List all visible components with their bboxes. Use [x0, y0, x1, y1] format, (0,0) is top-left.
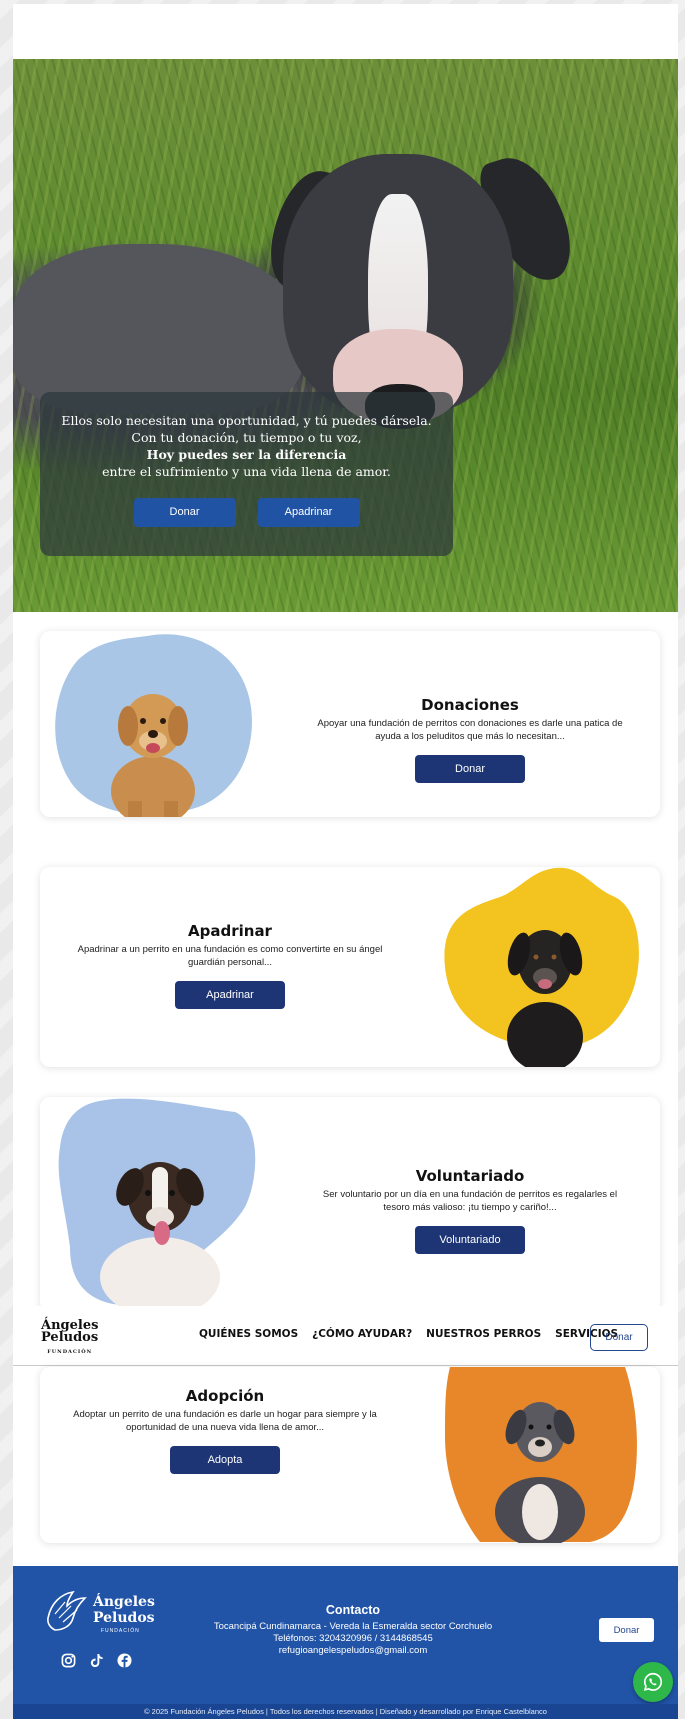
card-title: Donaciones — [421, 696, 519, 714]
contact-title: Contacto — [325, 1603, 381, 1617]
nav-link-como-ayudar[interactable]: ¿CÓMO AYUDAR? — [312, 1328, 412, 1340]
whatsapp-icon[interactable] — [633, 1662, 673, 1702]
card-description: Apoyar una fundación de perritos con don… — [317, 718, 623, 742]
card-title: Voluntariado — [415, 1167, 525, 1185]
footer: Ángeles Peludos FUNDACIÓN Contacto Tocan… — [13, 1566, 678, 1719]
tiktok-icon[interactable] — [88, 1652, 104, 1668]
card-apadrinar: Apadrinar Apadrinar a un perrito en una … — [40, 867, 660, 1067]
hero-message-box: Ellos solo necesitan una oportunidad, y … — [40, 392, 453, 556]
contact-phones: Teléfonos: 3204320996 / 3144868545 — [273, 1633, 433, 1644]
card-title: Apadrinar — [188, 922, 272, 940]
contact-address: Tocancipá Cundinamarca - Vereda la Esmer… — [213, 1621, 493, 1632]
card-donaciones: Donaciones Apoyar una fundación de perri… — [40, 631, 660, 817]
nav-link-nuestros-perros[interactable]: NUESTROS PERROS — [426, 1328, 541, 1340]
hero-line-4: entre el sufrimiento y una vida llena de… — [102, 464, 391, 479]
card-adopcion: Adopción Adoptar un perrito de una funda… — [40, 1367, 660, 1543]
adopta-button[interactable]: Adopta — [170, 1446, 280, 1474]
facebook-icon[interactable] — [116, 1652, 132, 1668]
black-dog-image — [507, 930, 583, 1067]
logo[interactable]: Ángeles Peludos FUNDACIÓN — [41, 1319, 98, 1358]
contact-block: Contacto Tocancipá Cundinamarca - Vereda… — [183, 1604, 523, 1657]
nav-donar-button[interactable]: Donar — [590, 1324, 648, 1351]
footer-donar-button[interactable]: Donar — [599, 1618, 654, 1642]
footer-logo[interactable]: Ángeles Peludos FUNDACIÓN — [43, 1588, 155, 1638]
hero-line-1: Ellos solo necesitan una oportunidad, y … — [61, 413, 432, 428]
card-description: Adoptar un perrito de una fundación es d… — [73, 1409, 377, 1433]
hero-apadrinar-button[interactable]: Apadrinar — [257, 498, 360, 527]
gray-dog-image — [495, 1402, 585, 1543]
golden-dog-image — [111, 694, 195, 817]
apadrinar-button[interactable]: Apadrinar — [175, 981, 285, 1009]
voluntariado-button[interactable]: Voluntariado — [415, 1226, 525, 1254]
copyright-bar: © 2025 Fundación Ángeles Peludos | Todos… — [13, 1704, 678, 1719]
card-title: Adopción — [185, 1387, 265, 1405]
nav-link-quienes-somos[interactable]: QUIÉNES SOMOS — [199, 1328, 298, 1340]
hero-donar-button[interactable]: Donar — [133, 498, 236, 527]
social-links — [60, 1652, 132, 1668]
page: Ellos solo necesitan una oportunidad, y … — [13, 4, 678, 1719]
hero-line-3: Hoy puedes ser la diferencia — [146, 447, 347, 462]
hero-section: Ellos solo necesitan una oportunidad, y … — [13, 59, 678, 612]
donar-button[interactable]: Donar — [415, 755, 525, 783]
instagram-icon[interactable] — [60, 1652, 76, 1668]
card-description: Ser voluntario por un día en una fundaci… — [322, 1189, 618, 1213]
card-voluntariado: Voluntariado Ser voluntario por un día e… — [40, 1097, 660, 1312]
hero-dog-body — [13, 244, 303, 414]
nav-links: QUIÉNES SOMOS ¿CÓMO AYUDAR? NUESTROS PER… — [199, 1328, 618, 1340]
contact-email[interactable]: refugioangelespeludos@gmail.com — [183, 1645, 523, 1657]
card-description: Apadrinar a un perrito en una fundación … — [77, 944, 383, 968]
brindle-dog-image — [100, 1162, 220, 1312]
navbar: Ángeles Peludos FUNDACIÓN QUIÉNES SOMOS … — [13, 1306, 678, 1366]
hero-line-2: Con tu donación, tu tiempo o tu voz, — [131, 430, 362, 445]
angel-wing-icon — [47, 1590, 87, 1631]
